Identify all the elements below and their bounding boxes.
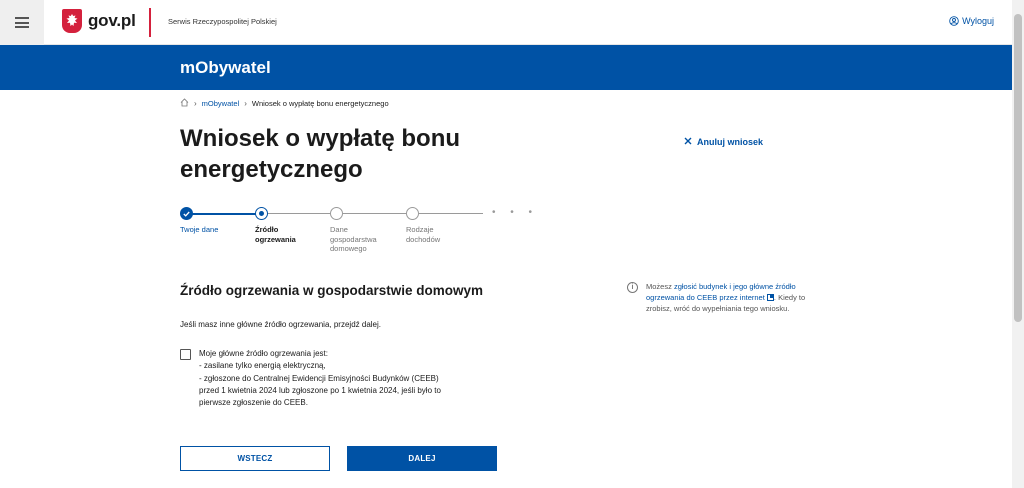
step-connector [419,213,483,214]
vertical-scrollbar[interactable] [1012,0,1024,488]
section-hint: Jeśli masz inne główne źródło ogrzewania… [180,320,381,329]
chevron-right-icon: › [244,99,247,108]
menu-button[interactable] [0,0,44,45]
step-3-icon [330,207,343,220]
hamburger-icon [15,17,29,28]
step-connector [343,213,413,214]
eagle-emblem-icon [62,9,82,33]
header-divider [149,8,151,37]
checkbox-label-line: Moje główne źródło ogrzewania jest: [199,349,328,358]
step-4-icon [406,207,419,220]
breadcrumb-item-mobywatel[interactable]: mObywatel [202,99,240,108]
heating-source-option[interactable]: Moje główne źródło ogrzewania jest: - za… [180,348,499,409]
heating-source-checkbox[interactable] [180,349,191,360]
checkbox-label[interactable]: Moje główne źródło ogrzewania jest: - za… [199,348,499,409]
step-connector [268,213,338,214]
checkbox-label-line: przed 1 kwietnia 2024 lub zgłoszone po 1… [199,385,441,395]
app-name: mObywatel [180,58,271,77]
step-connector [192,213,262,215]
logo-text: gov.pl [88,11,136,30]
progress-stepper: • • • Twoje dane Źródło ogrzewania Dane … [180,207,540,257]
app-band: mObywatel [0,45,1012,90]
back-button[interactable]: WSTECZ [180,446,330,471]
step-label-3: Dane gospodarstwa domowego [330,225,377,253]
service-name: Serwis Rzeczypospolitej Polskiej [168,17,277,26]
info-text: Możesz zgłosić budynek i jego główne źró… [646,281,827,315]
chevron-right-icon: › [194,99,197,108]
info-prefix: Możesz [646,282,674,291]
scrollbar-thumb[interactable] [1014,14,1022,322]
step-2-current-icon [255,207,268,220]
page-title: Wniosek o wypłatę bonu energetycznego [180,125,461,183]
home-icon[interactable] [180,98,189,109]
breadcrumb: › mObywatel › Wniosek o wypłatę bonu ene… [180,98,389,109]
external-link-icon[interactable] [766,294,774,302]
step-label-4: Rodzaje dochodów [406,225,441,244]
user-icon [949,16,959,26]
checkbox-label-line: - zasilane tylko energią elektryczną, [199,361,326,371]
close-icon [684,137,692,147]
logout-link[interactable]: Wyloguj [949,16,994,26]
logout-label: Wyloguj [962,16,994,26]
checkbox-label-line: pierwsze zgłoszenie do CEEB. [199,398,308,408]
info-icon: i [627,282,638,293]
step-1-done-icon [180,207,193,220]
breadcrumb-item-current: Wniosek o wypłatę bonu energetycznego [251,99,389,108]
info-box: i Możesz zgłosić budynek i jego główne ź… [627,281,827,315]
next-button[interactable]: DALEJ [347,446,497,471]
step-label-1[interactable]: Twoje dane [180,225,240,235]
step-label-2: Źródło ogrzewania [255,225,296,244]
section-title: Źródło ogrzewania w gospodarstwie domowy… [180,283,484,298]
top-bar: gov.pl Serwis Rzeczypospolitej Polskiej … [0,0,1012,45]
cancel-application-link[interactable]: Anuluj wniosek [684,137,763,147]
gov-logo[interactable]: gov.pl [62,9,136,33]
more-steps-indicator: • • • [492,207,539,218]
cancel-label: Anuluj wniosek [697,137,764,147]
checkbox-label-line: - zgłoszone do Centralnej Ewidencji Emis… [199,373,439,383]
